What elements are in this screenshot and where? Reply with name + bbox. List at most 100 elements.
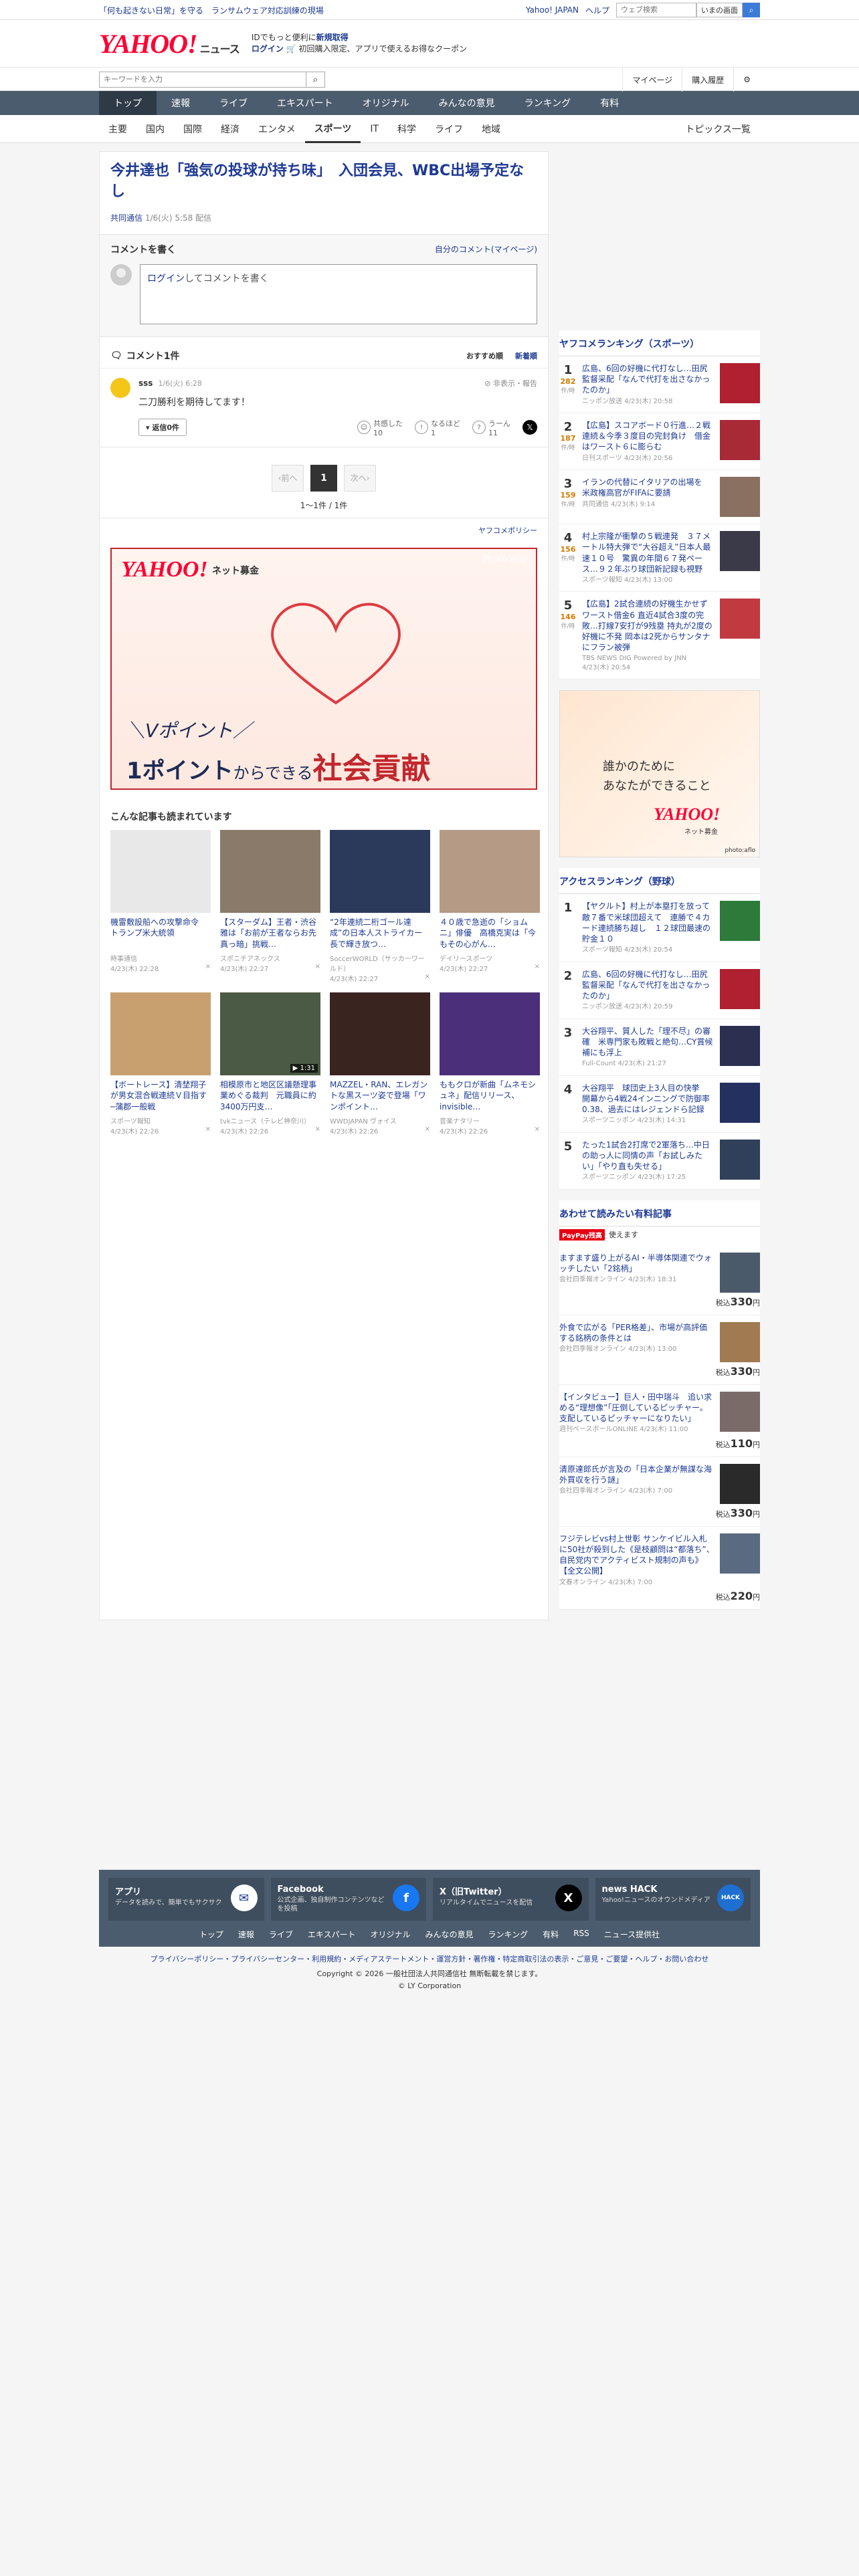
ranking-item[interactable]: 3 159 件/時 イランの代替にイタリアの出場を 米政権高官がFIFAに要請 共同通信…	[559, 470, 760, 525]
paid-thumbnail[interactable]	[720, 1321, 760, 1362]
nav-1[interactable]: 速報	[157, 91, 205, 115]
recommend-card[interactable]: MAZZEL・RAN、エレガントな黒スーツ姿で登場「ワンポイント… WWDJAPA…	[330, 992, 430, 1136]
recommend-title-text[interactable]: 【ボートレース】清埜翔子が男女混合戦連続Ｖ目指す─蒲郡一般戦	[110, 1079, 211, 1114]
yahoo-news-logo[interactable]: YAHOO! ニュース	[99, 28, 240, 60]
ranking-item[interactable]: 5 146 件/時 【広島】2試合連続の好機生かせずワースト借金6 直近4試合3度の完…	[559, 592, 760, 680]
rank-thumbnail[interactable]	[720, 420, 760, 461]
footer-nav-4[interactable]: オリジナル	[371, 1929, 411, 1940]
footer-app-card[interactable]: Facebook 公式企画、独自制作コンテンツなどを投稿 f	[270, 1878, 426, 1921]
footer-nav-0[interactable]: トップ	[199, 1929, 223, 1940]
footer-nav-1[interactable]: 速報	[238, 1929, 254, 1940]
paid-thumbnail[interactable]	[720, 1252, 760, 1293]
ranking-item[interactable]: 1 282 件/時 広島、6回の好機に代打なし…田尻監督采配「なんで代打を出さなかった…	[559, 356, 760, 414]
coupon-text[interactable]: 初回購入限定、アプリで使えるお得なクーポン	[298, 44, 467, 53]
footer-nav-9[interactable]: ニュース提供社	[604, 1929, 660, 1940]
search-scope-select[interactable]: いまの画面	[696, 3, 743, 17]
rank-thumbnail[interactable]	[720, 363, 760, 403]
top-notice-link[interactable]: 「何も起きない日常」を守る ランサムウェア対応訓練の現場	[99, 5, 324, 16]
recommend-thumbnail[interactable]	[330, 992, 430, 1075]
rank-text[interactable]: 【広島】2試合連続の好機生かせずワースト借金6 直近4試合3度の完敗…打線7安打…	[582, 599, 714, 672]
access-thumbnail[interactable]	[720, 1139, 760, 1180]
access-title[interactable]: 大谷翔平、質人した「理不尽」の審確 米専門家も敗戦と絶句…CY賞候補にも浮上	[582, 1027, 713, 1057]
access-text[interactable]: 広島、6回の好機に代打なし…田尻監督采配「なんで代打を出さなかったのか」 ニッポン…	[582, 969, 714, 1012]
purchase-history-link[interactable]: 購入履歴	[682, 68, 733, 92]
react-hmm-button[interactable]: ? うーん 11	[472, 418, 510, 437]
close-icon[interactable]: ×	[315, 1125, 320, 1136]
rank-text[interactable]: 村上宗隆が衝撃の５戦連発 ３７メートル特大弾で“大谷超え”日本人最速１０号 驚異…	[582, 531, 714, 584]
category-4[interactable]: エンタメ	[249, 115, 305, 143]
category-6[interactable]: IT	[361, 115, 388, 143]
rank-title[interactable]: 【広島】スコアボード０行進…２戦連続＆今季３度目の完封負け 借金はワースト６に膨…	[582, 421, 710, 451]
close-icon[interactable]: ×	[425, 973, 430, 983]
article-source[interactable]: 共同通信	[110, 213, 142, 223]
access-thumbnail[interactable]	[720, 1025, 760, 1066]
nav-7[interactable]: 有料	[585, 91, 634, 115]
access-text[interactable]: たった1試合2打席で2軍落ち…中日の助っ人に同情の声「お試しみたい」「やり直も失…	[582, 1140, 714, 1182]
footer-nav-8[interactable]: RSS	[573, 1929, 589, 1940]
footer-links[interactable]: プライバシーポリシー・プライバシーセンター・利用規約・メディアステートメント・運…	[0, 1953, 859, 1964]
paid-title[interactable]: フジテレビvs村上世彰 サンケイビル入札に50社が殺到した《是枝顧問は“都落ち”…	[559, 1534, 714, 1576]
rank-text[interactable]: イランの代替にイタリアの出場を 米政権高官がFIFAに要請 共同通信 4/23(木…	[582, 477, 714, 517]
rank-text[interactable]: 広島、6回の好機に代打なし…田尻監督采配「なんで代打を出さなかったのか」 ニッポン…	[582, 363, 714, 406]
paid-thumbnail[interactable]	[720, 1533, 760, 1574]
category-2[interactable]: 国際	[174, 115, 211, 143]
paid-item[interactable]: 清原達郎氏が言及の「日本企業が無謀な海外買収を行う謎」 会社四季報オンライン 4/…	[559, 1457, 760, 1527]
category-8[interactable]: ライフ	[425, 115, 472, 143]
nav-0[interactable]: トップ	[99, 91, 157, 115]
pager-current-page[interactable]: 1	[310, 464, 337, 492]
comment-login-link[interactable]: ログイン	[147, 274, 185, 284]
reply-toggle-button[interactable]: ▾ 返信0件	[138, 419, 187, 437]
footer-nav-2[interactable]: ライブ	[269, 1929, 293, 1940]
paid-articles-title[interactable]: あわせて読みたい有料記事	[559, 1200, 760, 1226]
footer-app-card[interactable]: アプリ データを読みで、簡単でもサクサク ✉	[108, 1878, 264, 1921]
paid-title[interactable]: 清原達郎氏が言及の「日本企業が無謀な海外買収を行う謎」	[559, 1465, 712, 1485]
category-0[interactable]: 主要	[99, 115, 136, 143]
paid-text[interactable]: 清原達郎氏が言及の「日本企業が無謀な海外買収を行う謎」 会社四季報オンライン 4/…	[559, 1464, 714, 1504]
nav-3[interactable]: エキスパート	[262, 91, 348, 115]
comment-author[interactable]: sss	[138, 379, 153, 388]
rank-text[interactable]: 【広島】スコアボード０行進…２戦連続＆今季３度目の完封負け 借金はワースト６に膨…	[582, 420, 714, 463]
rank-title[interactable]: イランの代替にイタリアの出場を 米政権高官がFIFAに要請	[582, 477, 710, 498]
access-thumbnail[interactable]	[720, 1082, 760, 1123]
yahoo-japan-link[interactable]: Yahoo! JAPAN	[526, 5, 579, 15]
ranking-item[interactable]: 2 187 件/時 【広島】スコアボード０行進…２戦連続＆今季３度目の完封負け 借金は…	[559, 413, 760, 471]
recommend-title-text[interactable]: 機雷敷設船への攻撃命令 トランプ米大統領	[110, 917, 211, 952]
share-x-button[interactable]: 𝕏	[522, 420, 537, 435]
access-thumbnail[interactable]	[720, 901, 760, 942]
access-text[interactable]: 大谷翔平 球団史上3人目の快挙 開幕から4戦24インニングで防御率0.38、過去…	[582, 1083, 714, 1125]
close-icon[interactable]: ×	[205, 1125, 211, 1136]
recommend-title-text[interactable]: 相模原市と地区区議懸理事業めぐる裁判 元職員に約3400万円支…	[220, 1079, 320, 1114]
paid-title[interactable]: ますます盛り上がるAI・半導体関連でウォッチしたい「2銘柄」	[559, 1253, 712, 1273]
sort-new[interactable]: 新着順	[515, 350, 537, 361]
recommend-card[interactable]: ▶ 1:31 相模原市と地区区議懸理事業めぐる裁判 元職員に約3400万円支… tv…	[220, 992, 320, 1136]
paid-text[interactable]: 【インタビュー】巨人・田中瑞斗 追い求める“理想像”「圧倒しているピッチャー。支…	[559, 1392, 714, 1434]
paid-text[interactable]: ますます盛り上がるAI・半導体関連でウォッチしたい「2銘柄」 会社四季報オンライン…	[559, 1253, 714, 1293]
paid-title[interactable]: 外食で広がる「PER格差」、市場が高評価する銘柄の条件とは	[559, 1323, 707, 1343]
login-link[interactable]: ログイン	[252, 44, 284, 53]
recommend-title-text[interactable]: ももクロが新曲「ムネモシュネ」配信リリース、invisible…	[440, 1079, 540, 1114]
topics-list-link[interactable]: トピックス一覧	[676, 115, 760, 143]
recommend-thumbnail[interactable]	[330, 829, 430, 913]
web-search-button[interactable]: ⌕	[743, 3, 760, 17]
news-search-input[interactable]	[99, 72, 306, 88]
web-search-input[interactable]	[616, 3, 696, 17]
access-item[interactable]: 2 広島、6回の好機に代打なし…田尻監督采配「なんで代打を出さなかったのか」 ニッポ…	[559, 962, 760, 1019]
rank-thumbnail[interactable]	[720, 477, 760, 518]
close-icon[interactable]: ×	[205, 963, 211, 973]
paid-text[interactable]: フジテレビvs村上世彰 サンケイビル入札に50社が殺到した《是枝顧問は“都落ち”…	[559, 1533, 714, 1587]
nav-4[interactable]: オリジナル	[348, 91, 424, 115]
paid-item[interactable]: 外食で広がる「PER格差」、市場が高評価する銘柄の条件とは 会社四季報オンライン …	[559, 1315, 760, 1385]
recommend-thumbnail[interactable]	[110, 992, 211, 1075]
close-icon[interactable]: ×	[535, 963, 540, 973]
category-5[interactable]: スポーツ	[304, 115, 361, 143]
footer-nav-3[interactable]: エキスパート	[308, 1929, 356, 1940]
nav-6[interactable]: ランキング	[510, 91, 586, 115]
category-7[interactable]: 科学	[388, 115, 425, 143]
recommend-card[interactable]: ももクロが新曲「ムネモシュネ」配信リリース、invisible… 音楽ナタリー 4/…	[440, 992, 540, 1136]
access-ranking-title[interactable]: アクセスランキング（野球）	[559, 868, 760, 895]
comment-policy-link[interactable]: ヤフコメポリシー	[478, 526, 537, 535]
recommend-thumbnail[interactable]	[220, 829, 320, 913]
recommend-card[interactable]: “2年連続二桁ゴール達成”の日本人ストライカー 長で輝き放つ… SoccerWOR…	[330, 829, 430, 983]
access-text[interactable]: 【ヤクルト】村上が本塁打を放って敵７番で米球団超えて 連勝で４カード連続勝ち越し…	[582, 901, 714, 954]
comment-report-link[interactable]: ⊘ 非表示・報告	[484, 378, 537, 389]
